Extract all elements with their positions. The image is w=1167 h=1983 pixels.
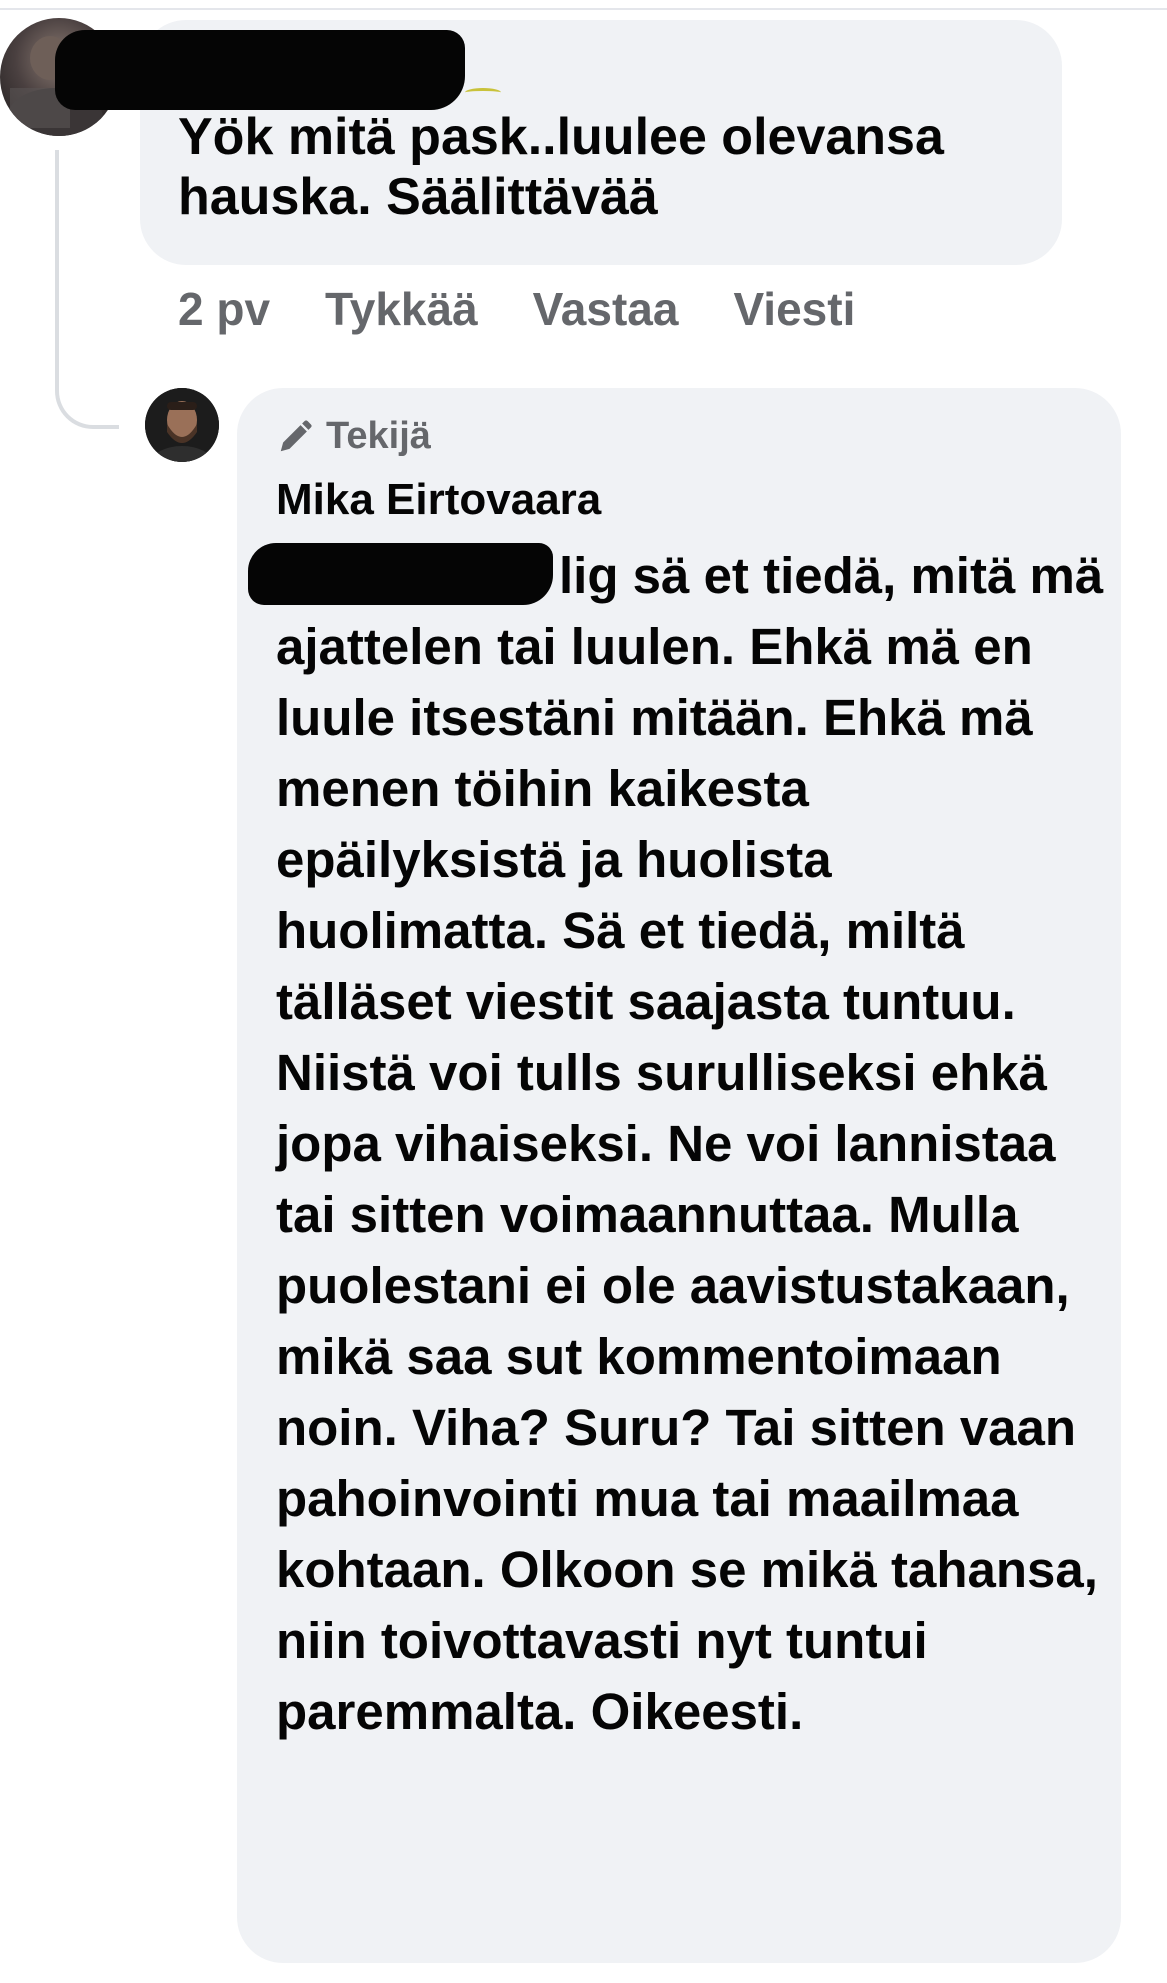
redacted-commenter-name: [55, 30, 465, 110]
redacted-mention: [248, 543, 553, 605]
comment-timestamp[interactable]: 2 pv: [178, 282, 270, 336]
mention-fragment: lig: [559, 547, 619, 604]
author-avatar[interactable]: [145, 388, 219, 462]
author-badge-label: Tekijä: [326, 415, 431, 457]
author-avatar-image: [145, 388, 219, 462]
like-button[interactable]: Tykkää: [325, 282, 478, 336]
pencil-icon: [280, 419, 312, 451]
comment-text: Yök mitä pask..luulee olevansa hauska. S…: [178, 108, 944, 226]
author-name[interactable]: Mika Eirtovaara: [276, 475, 601, 525]
redaction-stroke-mark: [465, 88, 501, 97]
reply-body-text: sä et tiedä, mitä mä ajattelen tai luule…: [276, 547, 1104, 1740]
message-button[interactable]: Viesti: [733, 282, 855, 336]
reply-button[interactable]: Vastaa: [533, 282, 679, 336]
reply-thread-line: [55, 150, 119, 429]
top-divider: [0, 8, 1167, 10]
reply-text: lig sä et tiedä, mitä mä ajattelen tai l…: [248, 540, 1106, 1747]
author-badge: Tekijä: [276, 415, 431, 458]
comment-actions: 2 pv Tykkää Vastaa Viesti: [178, 282, 855, 336]
